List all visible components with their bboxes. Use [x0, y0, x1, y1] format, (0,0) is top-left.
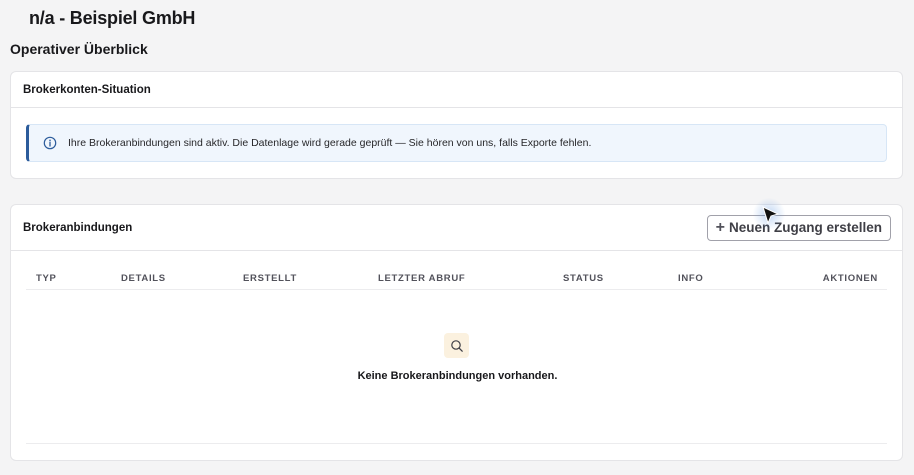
page: n/a - Beispiel GmbH Operativer Überblick…	[0, 0, 914, 475]
status-alert: Ihre Brokeranbindungen sind aktiv. Die D…	[26, 124, 887, 162]
column-header-details[interactable]: DETAILS	[121, 273, 166, 284]
company-title: n/a - Beispiel GmbH	[29, 8, 196, 28]
column-header-status[interactable]: STATUS	[563, 273, 604, 284]
table-header: TYP DETAILS ERSTELLT LETZTER ABRUF STATU…	[26, 263, 887, 290]
search-icon	[444, 333, 469, 358]
empty-state-text: Keine Brokeranbindungen vorhanden.	[357, 370, 558, 382]
broker-situation-card: Brokerkonten-Situation Ihre Brokeranbind…	[10, 71, 903, 179]
status-alert-text: Ihre Brokeranbindungen sind aktiv. Die D…	[68, 137, 592, 149]
column-header-info[interactable]: INFO	[678, 273, 704, 284]
column-header-typ[interactable]: TYP	[36, 273, 57, 284]
table-bottom-divider	[26, 443, 887, 444]
mouse-cursor-icon	[762, 206, 780, 225]
column-header-erstellt[interactable]: ERSTELLT	[243, 273, 297, 284]
plus-icon: +	[715, 218, 725, 236]
broker-situation-card-title: Brokerkonten-Situation	[11, 72, 902, 108]
column-header-aktionen[interactable]: AKTIONEN	[823, 273, 878, 284]
broker-connections-card: Brokeranbindungen + Neuen Zugang erstell…	[10, 204, 903, 461]
section-title: Operativer Überblick	[10, 41, 148, 57]
column-header-letzter-abruf[interactable]: LETZTER ABRUF	[378, 273, 465, 284]
create-access-button-label: Neuen Zugang erstellen	[728, 220, 882, 235]
info-circle-icon	[43, 136, 57, 150]
create-access-button[interactable]: + Neuen Zugang erstellen	[706, 214, 891, 241]
broker-connections-title: Brokeranbindungen	[23, 221, 133, 234]
